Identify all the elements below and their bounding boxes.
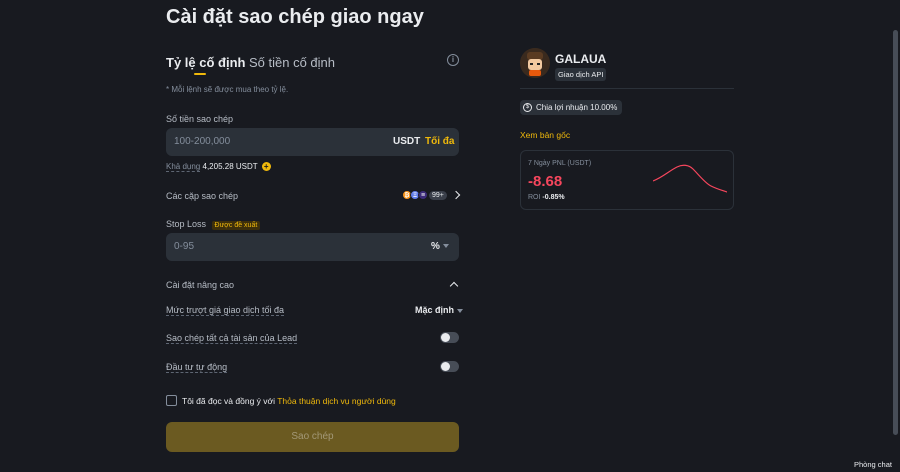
copy-amount-input[interactable]: 100-200,000 USDT Tối đa xyxy=(166,128,459,156)
tab-active-underline xyxy=(194,73,206,75)
user-agreement-link[interactable]: Thỏa thuận dịch vụ người dùng xyxy=(277,396,396,406)
caret-down-icon xyxy=(457,308,464,313)
auto-invest-label: Đầu tư tự động xyxy=(166,362,228,373)
caret-down-icon xyxy=(442,244,449,249)
profit-share-text: Chia lợi nhuận 10.00% xyxy=(536,103,618,112)
available-value: 4,205.28 USDT xyxy=(202,162,258,171)
advanced-settings-title: Cài đặt nâng cao xyxy=(166,280,235,290)
pnl-card: 7 Ngày PNL (USDT) -8.68 ROI -0.85% xyxy=(520,150,734,210)
view-original-link[interactable]: Xem bản gốc xyxy=(520,130,570,140)
slippage-dropdown[interactable]: Mặc định xyxy=(415,305,464,315)
pnl-sparkline xyxy=(653,164,727,193)
profit-share-badge: $ Chia lợi nhuận 10.00% xyxy=(520,100,623,115)
lead-name[interactable]: GALAUA xyxy=(555,52,606,66)
auto-invest-label-text: Đầu tư tự động xyxy=(166,362,228,373)
coin-stack-icon: ≡ xyxy=(418,190,428,200)
stop-loss-unit: % xyxy=(431,241,440,252)
divider xyxy=(520,88,734,89)
slippage-value: Mặc định xyxy=(415,305,455,315)
add-funds-icon[interactable]: + xyxy=(261,162,271,172)
stop-loss-placeholder: 0-95 xyxy=(174,241,195,252)
copy-amount-unit: USDT xyxy=(393,136,421,147)
agreement-checkbox[interactable] xyxy=(166,395,177,406)
pnl-value: -8.68 xyxy=(528,173,563,190)
stop-loss-input[interactable]: 0-95 % xyxy=(166,233,459,261)
dollar-icon: $ xyxy=(523,103,532,112)
copy-pairs-label: Các cặp sao chép xyxy=(166,191,239,201)
recommended-badge: Được đề xuất xyxy=(211,221,261,230)
info-icon[interactable]: i xyxy=(447,54,459,66)
copy-pairs-selector[interactable]: ₿ Ξ ≡ 99+ xyxy=(402,188,461,202)
stop-loss-unit-selector[interactable]: % xyxy=(431,241,449,252)
collapse-icon[interactable] xyxy=(449,281,459,291)
roi-row: ROI -0.85% xyxy=(528,194,565,201)
roi-label: ROI xyxy=(528,194,541,201)
slippage-label-text: Mức trượt giá giao dịch tối đa xyxy=(166,305,285,316)
page-scrollbar[interactable] xyxy=(893,30,898,435)
max-button[interactable]: Tối đa xyxy=(425,136,454,147)
agreement-prefix: Tôi đã đọc và đồng ý với xyxy=(182,396,275,406)
toggle-knob xyxy=(441,333,450,342)
stop-loss-label: Stop Loss xyxy=(166,219,207,229)
roi-value: -0.85% xyxy=(542,194,565,201)
available-label: Khả dụng xyxy=(166,162,201,172)
copy-all-toggle[interactable] xyxy=(440,332,459,343)
stop-loss-label-row: Stop Loss Được đề xuất xyxy=(166,219,261,230)
auto-invest-toggle[interactable] xyxy=(440,361,459,372)
slippage-label: Mức trượt giá giao dịch tối đa xyxy=(166,305,285,316)
pnl-label: 7 Ngày PNL (USDT) xyxy=(528,160,592,167)
page-title: Cài đặt sao chép giao ngay xyxy=(166,6,424,28)
avatar[interactable] xyxy=(520,48,550,78)
ratio-note: * Mỗi lệnh sẽ được mua theo tỷ lệ. xyxy=(166,85,289,94)
copy-all-label-text: Sao chép tất cả tài sản của Lead xyxy=(166,333,298,344)
tab-fixed-ratio[interactable]: Tỷ lệ cố định xyxy=(166,55,246,75)
tab-label: Số tiền cố định xyxy=(249,55,336,70)
copy-all-label: Sao chép tất cả tài sản của Lead xyxy=(166,333,298,344)
available-balance: Khả dụng 4,205.28 USDT + xyxy=(166,162,271,172)
toggle-knob xyxy=(441,362,450,371)
api-trading-badge: Giao dịch API xyxy=(555,68,607,81)
more-pairs-badge: 99+ xyxy=(429,190,447,200)
tab-label: Tỷ lệ cố định xyxy=(166,55,246,70)
agreement-text: Tôi đã đọc và đồng ý với Thỏa thuận dịch… xyxy=(182,396,396,406)
copy-amount-label: Số tiền sao chép xyxy=(166,114,234,124)
copy-amount-placeholder: 100-200,000 xyxy=(174,136,231,147)
tab-fixed-amount[interactable]: Số tiền cố định xyxy=(249,55,335,70)
copy-submit-button[interactable]: Sao chép xyxy=(166,422,459,452)
chat-room-button[interactable]: Phòng chat xyxy=(854,460,892,469)
chevron-right-icon xyxy=(451,190,461,200)
